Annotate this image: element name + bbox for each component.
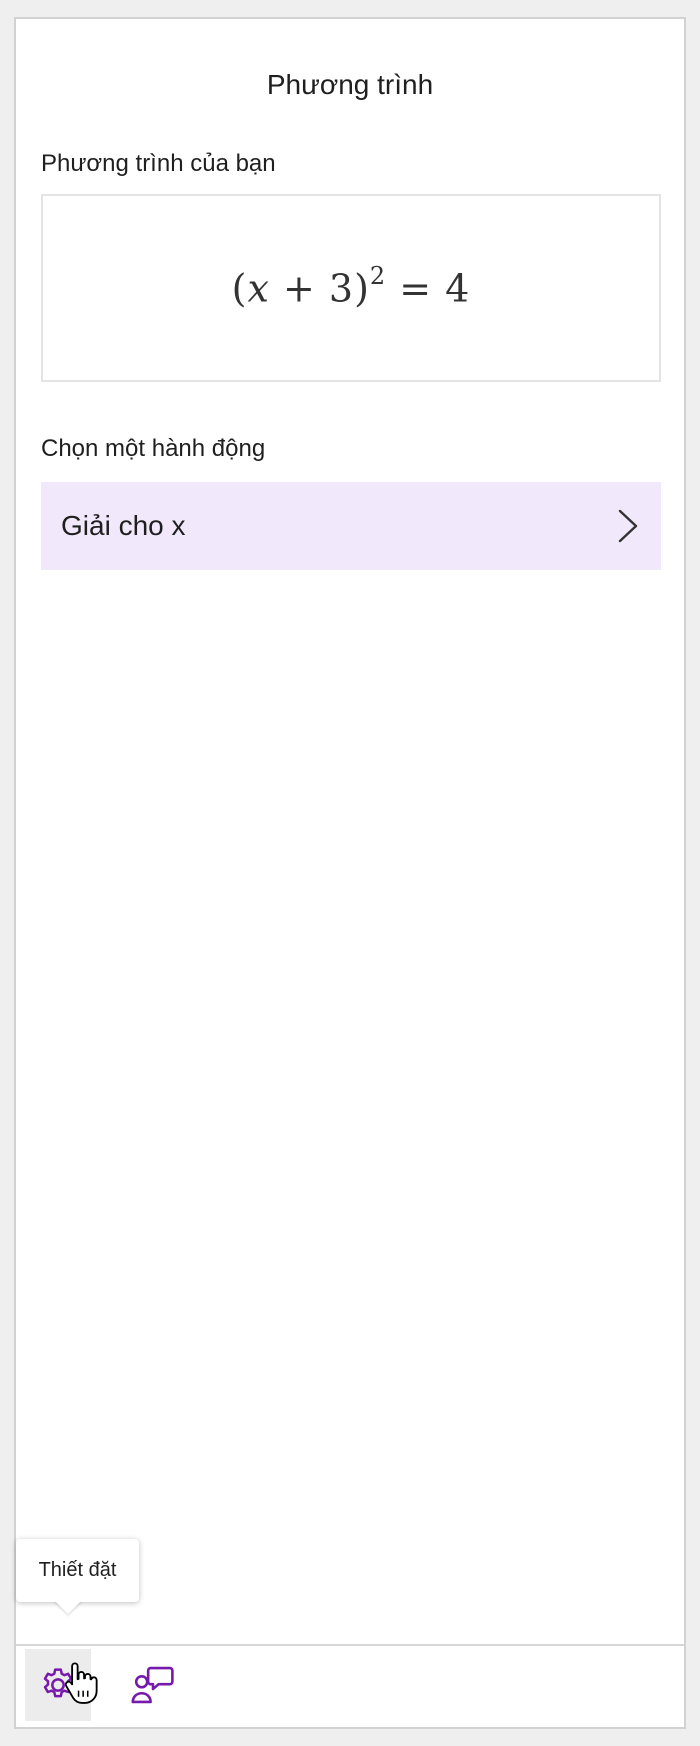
equation-rhs: = 4 [386,266,471,311]
math-pane: Phương trình Phương trình của bạn (x + 3… [14,17,686,1729]
feedback-button[interactable] [120,1649,186,1721]
action-label: Giải cho x [61,510,186,541]
your-equation-label: Phương trình của bạn [41,150,276,177]
action-solve-for-x[interactable]: Giải cho x [41,482,661,570]
equation-open-paren: ( [231,266,248,311]
equation-plus-term: + 3) [269,266,370,311]
settings-tooltip: Thiết đặt [16,1539,139,1602]
equation-variable: x [247,266,270,311]
pane-title: Phương trình [266,69,434,100]
choose-action-label: Chọn một hành động [41,435,266,462]
person-feedback-icon [131,1666,174,1704]
equation-exponent: 2 [369,261,387,290]
footer-divider [16,1644,684,1646]
chevron-right-icon [618,509,638,543]
equation-display: (x + 3)2 = 4 [41,194,661,382]
tooltip-arrow [54,1600,82,1614]
hand-cursor-icon [64,1662,98,1704]
equation-text: (x + 3)2 = 4 [231,262,471,311]
